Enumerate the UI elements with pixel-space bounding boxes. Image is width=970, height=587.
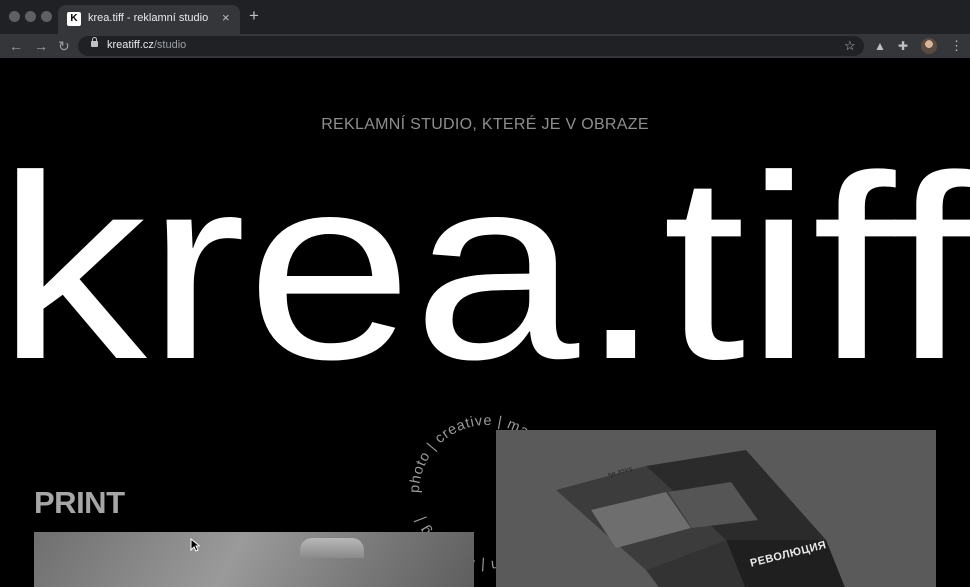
- window-minimize-control[interactable]: [25, 11, 36, 22]
- google-drive-icon[interactable]: ▲: [874, 37, 886, 55]
- hero-wordmark-text: krea.tiff: [0, 158, 970, 368]
- url-text: kreatiff.cz/studio: [107, 39, 186, 51]
- window-close-control[interactable]: [9, 11, 20, 22]
- address-bar[interactable]: kreatiff.cz/studio ☆: [78, 36, 864, 56]
- print-project-image[interactable]: [34, 532, 474, 587]
- browser-titlebar: K krea.tiff - reklamní studio × +: [0, 0, 970, 34]
- tagline: REKLAMNÍ STUDIO, KTERÉ JE V OBRAZE: [321, 116, 649, 133]
- profile-avatar-icon[interactable]: [921, 38, 937, 54]
- hero-wordmark: krea.tiff: [0, 158, 970, 368]
- tab-close-icon[interactable]: ×: [222, 10, 230, 26]
- tab-title: krea.tiff - reklamní studio: [88, 12, 209, 24]
- page-viewport: REKLAMNÍ STUDIO, KTERÉ JE V OBRAZE krea.…: [0, 58, 970, 587]
- browser-menu-icon[interactable]: ⋮: [950, 37, 963, 55]
- brochure-illustration: [556, 450, 845, 587]
- url-path: /studio: [153, 39, 187, 51]
- url-host: kreatiff.cz: [107, 39, 154, 51]
- faucet-shape: [300, 538, 364, 558]
- back-arrow-icon[interactable]: ←: [9, 37, 23, 55]
- lock-icon: [91, 37, 98, 47]
- reload-icon[interactable]: ↻: [58, 37, 70, 55]
- extensions-puzzle-icon[interactable]: ✚: [898, 37, 908, 55]
- window-zoom-control[interactable]: [41, 11, 52, 22]
- new-tab-icon[interactable]: +: [249, 6, 259, 26]
- section-title-print: PRINT: [34, 485, 125, 520]
- favicon-icon: K: [67, 12, 81, 26]
- brochure-project-image[interactable]: tyt JOYS РЕВОЛЮЦИЯ: [496, 430, 936, 587]
- forward-arrow-icon[interactable]: →: [34, 37, 48, 55]
- bookmark-star-icon[interactable]: ☆: [844, 37, 856, 55]
- mouse-cursor-icon: [190, 538, 200, 552]
- browser-tab-active[interactable]: K krea.tiff - reklamní studio ×: [58, 5, 240, 34]
- browser-toolbar: ← → ↻ kreatiff.cz/studio ☆ ▲ ✚ ⋮: [0, 34, 970, 58]
